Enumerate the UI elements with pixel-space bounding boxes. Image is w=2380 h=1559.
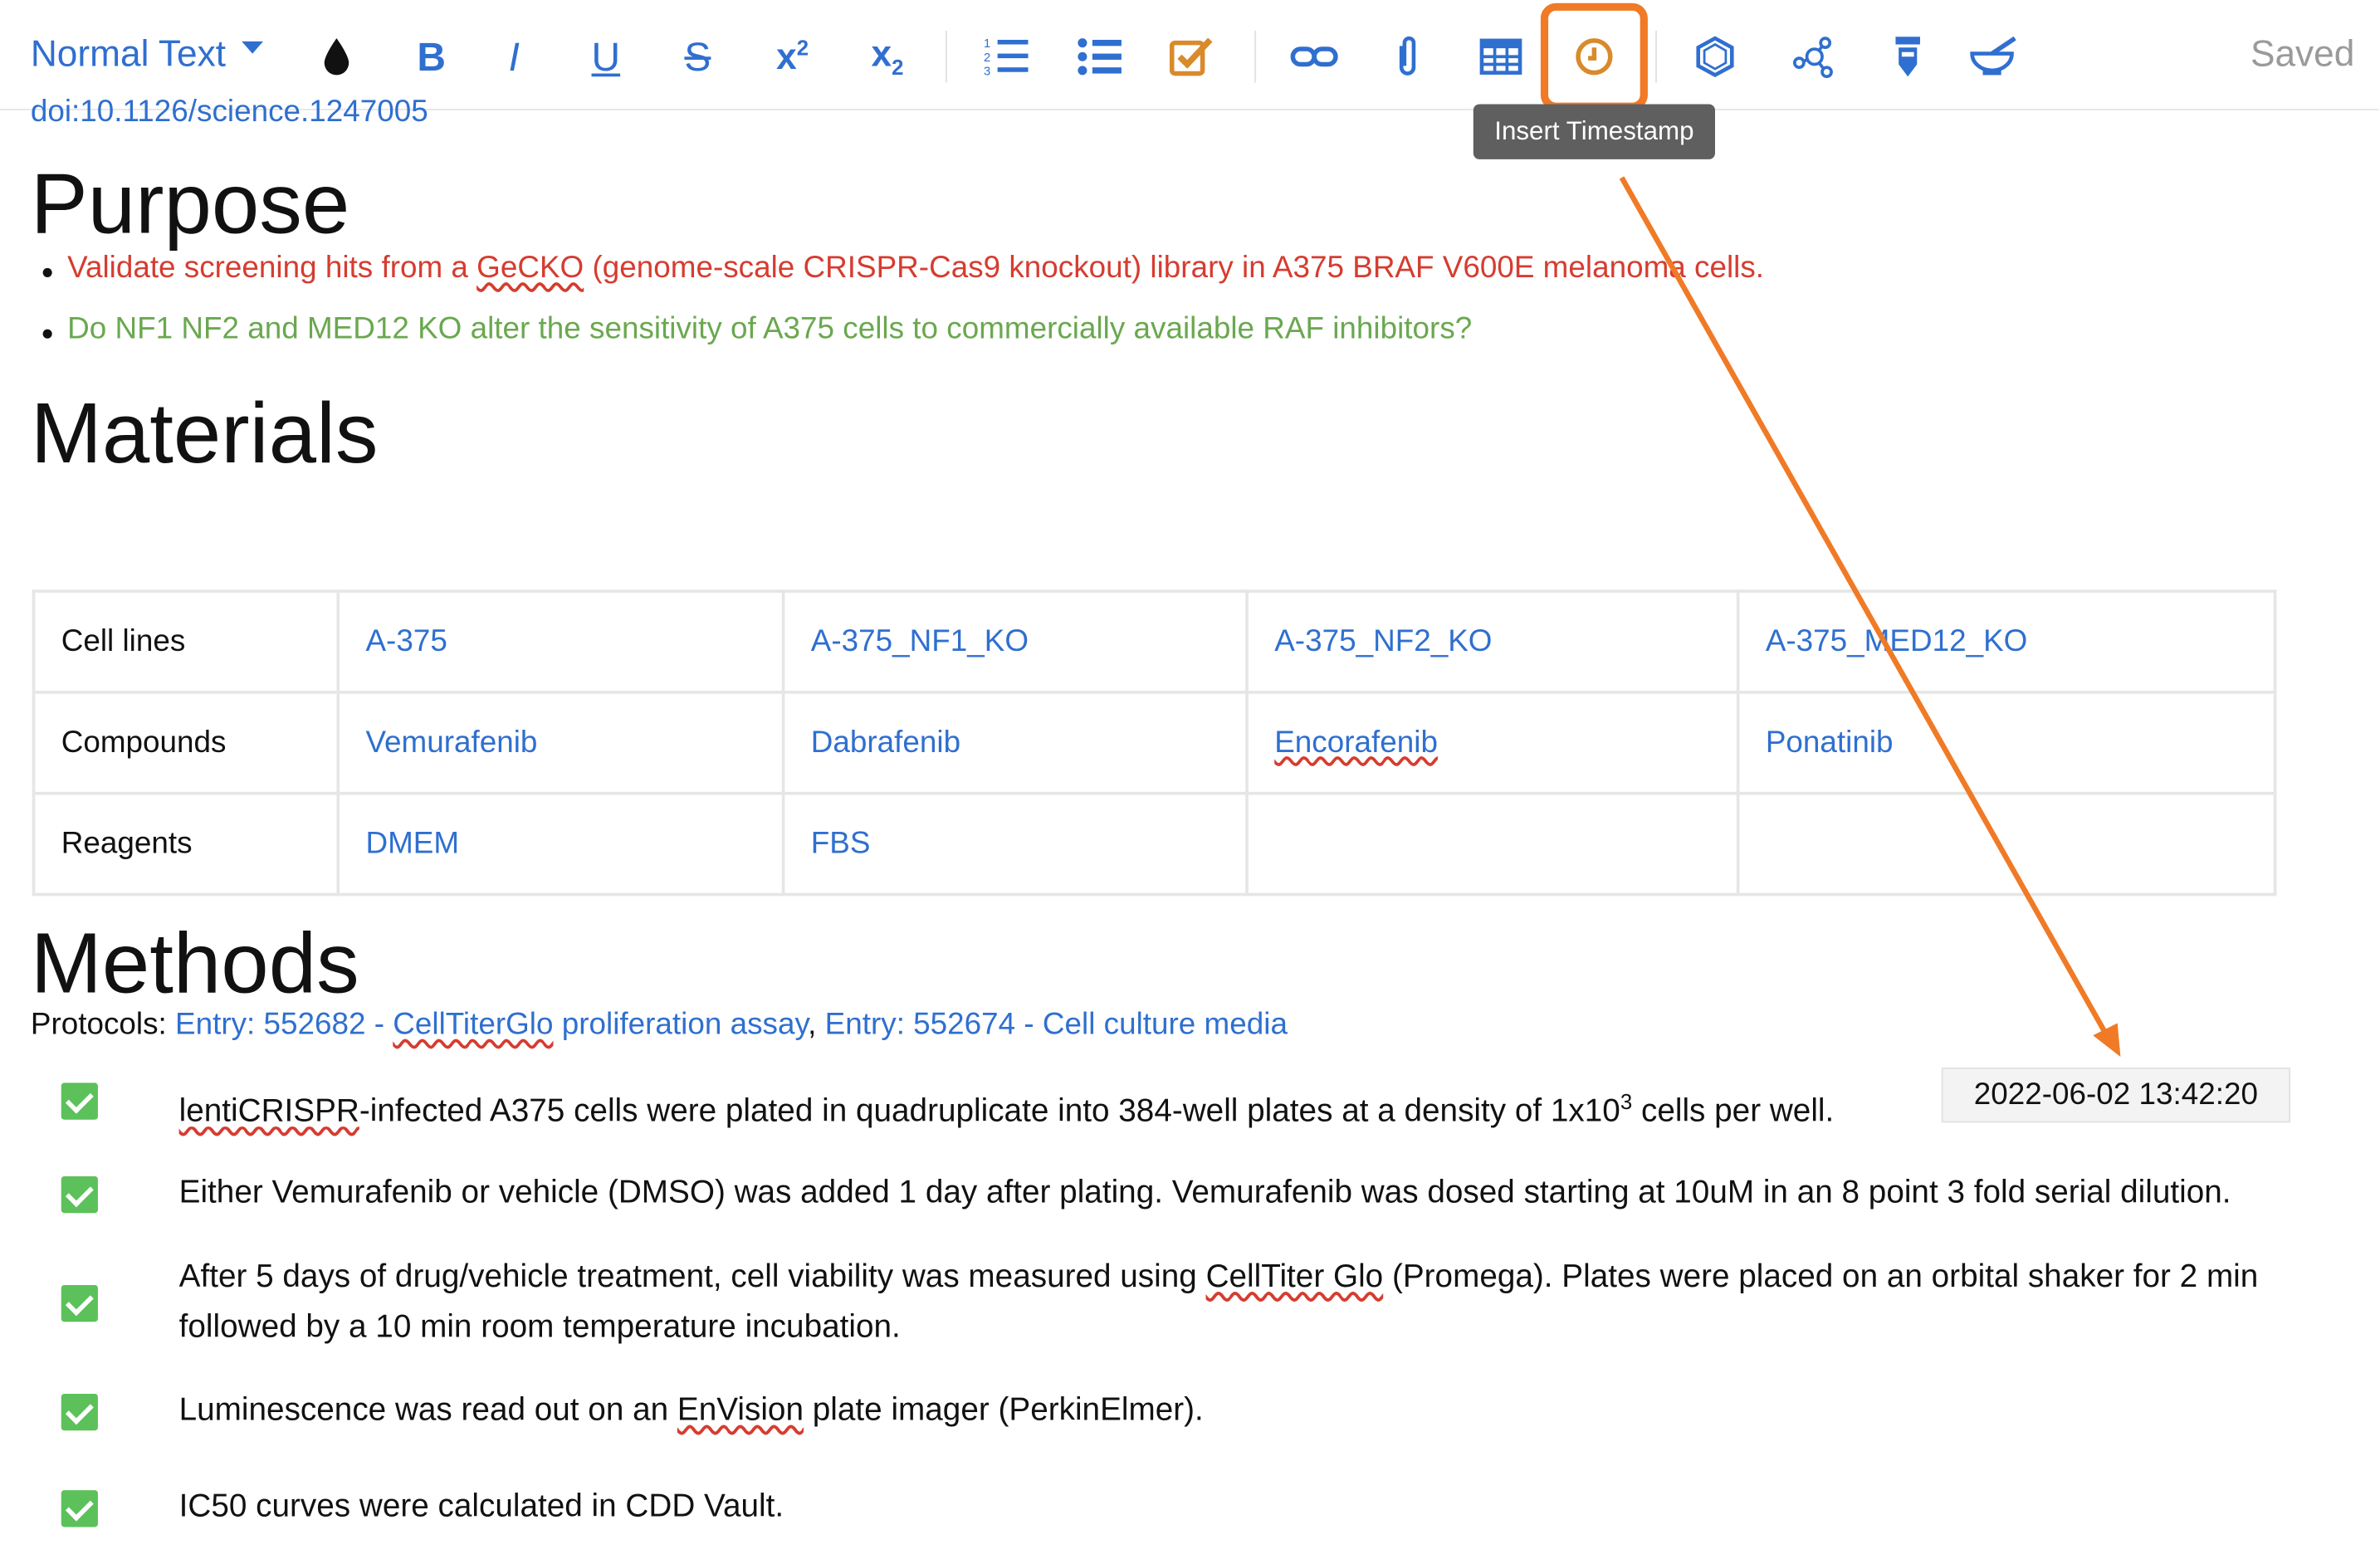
editor-toolbar: Normal Text B I U S x2 x2 123 Saved xyxy=(0,0,2379,110)
materials-table: Cell lines A-375 A-375_NF1_KO A-375_NF2_… xyxy=(32,589,2277,897)
underline-icon: U xyxy=(591,32,621,80)
hexagon-icon xyxy=(1696,36,1734,78)
insert-link-button[interactable] xyxy=(1290,26,1339,87)
attachment-icon xyxy=(1399,36,1416,76)
empty-cell xyxy=(1245,791,1740,897)
bullet-list-icon xyxy=(1078,38,1122,76)
protocol-link[interactable]: Entry: 552682 - CellTiterGlo proliferati… xyxy=(175,1008,808,1042)
doi-link[interactable]: doi:10.1126/science.1247005 xyxy=(31,98,428,125)
svg-text:1: 1 xyxy=(984,37,990,51)
checkbox-icon[interactable] xyxy=(61,1393,98,1431)
link-icon xyxy=(1290,46,1338,67)
attach-file-button[interactable] xyxy=(1392,26,1423,87)
row-header: Cell lines xyxy=(32,589,340,694)
material-link[interactable]: Vemurafenib xyxy=(336,691,785,795)
insert-sample-button[interactable] xyxy=(1891,26,1925,87)
molecule-icon xyxy=(1792,37,1833,79)
method-step: Either Vemurafenib or vehicle (DMSO) was… xyxy=(61,1167,2357,1222)
svg-text:3: 3 xyxy=(984,65,990,78)
row-header: Reagents xyxy=(32,791,340,897)
purpose-heading: Purpose xyxy=(30,154,350,252)
protocols-line: Protocols: Entry: 552682 - CellTiterGlo … xyxy=(30,1008,1288,1042)
table-row: Compounds Vemurafenib Dabrafenib Encoraf… xyxy=(32,691,2277,795)
timestamp-badge: 2022-06-02 13:42:20 xyxy=(1941,1067,2290,1123)
ordered-list-icon: 123 xyxy=(984,37,1029,78)
materials-heading: Materials xyxy=(30,384,379,481)
bullet-list-button[interactable] xyxy=(1077,26,1122,87)
strikethrough-button[interactable]: S xyxy=(679,26,716,87)
superscript-button[interactable]: x2 xyxy=(770,26,815,87)
material-link[interactable]: A-375_NF1_KO xyxy=(781,589,1249,694)
methods-heading: Methods xyxy=(30,914,359,1011)
subscript-button[interactable]: x2 xyxy=(864,26,910,87)
italic-button[interactable]: I xyxy=(499,26,530,87)
timestamp-button-highlight xyxy=(1540,2,1648,110)
toolbar-divider xyxy=(1655,30,1657,83)
ordered-list-button[interactable]: 123 xyxy=(984,26,1029,87)
row-header: Compounds xyxy=(32,691,340,795)
material-link[interactable]: A-375_MED12_KO xyxy=(1736,589,2277,694)
material-link[interactable]: Encorafenib xyxy=(1245,691,1740,795)
insert-molecule-button[interactable] xyxy=(1790,26,1835,87)
bold-button[interactable]: B xyxy=(410,26,453,87)
text-style-label: Normal Text xyxy=(30,33,227,76)
save-status: Saved xyxy=(2250,33,2355,76)
insert-structure-button[interactable] xyxy=(1692,26,1737,87)
insert-table-button[interactable] xyxy=(1478,26,1523,87)
subscript-icon: x2 xyxy=(871,33,904,80)
superscript-icon: x2 xyxy=(776,34,809,78)
checkbox-icon[interactable] xyxy=(61,1490,98,1527)
chevron-down-icon xyxy=(241,41,263,54)
table-row: Cell lines A-375 A-375_NF1_KO A-375_NF2_… xyxy=(32,589,2277,694)
purpose-bullet: Validate screening hits from a GeCKO (ge… xyxy=(42,252,1764,286)
toolbar-divider xyxy=(1254,30,1257,83)
empty-cell xyxy=(1736,791,2277,897)
material-link[interactable]: A-375 xyxy=(336,589,785,694)
method-step: IC50 curves were calculated in CDD Vault… xyxy=(61,1481,2357,1536)
method-step: After 5 days of drug/vehicle treatment, … xyxy=(61,1251,2357,1358)
purpose-bullet: Do NF1 NF2 and MED12 KO alter the sensit… xyxy=(42,312,1473,347)
checkbox-icon xyxy=(1169,37,1213,76)
material-link[interactable]: A-375_NF2_KO xyxy=(1245,589,1740,694)
bold-icon: B xyxy=(417,32,447,80)
table-icon xyxy=(1479,38,1522,75)
text-style-select[interactable]: Normal Text xyxy=(30,33,263,77)
test-tube-icon xyxy=(1895,37,1920,77)
text-color-button[interactable] xyxy=(318,26,354,87)
material-link[interactable]: Dabrafenib xyxy=(781,691,1249,795)
underline-button[interactable]: U xyxy=(588,26,624,87)
insert-protocol-button[interactable] xyxy=(1967,26,2020,87)
table-row: Reagents DMEM FBS xyxy=(32,791,2277,897)
strikethrough-icon: S xyxy=(684,32,711,80)
checkbox-icon[interactable] xyxy=(61,1284,98,1322)
svg-text:2: 2 xyxy=(984,51,990,65)
toolbar-divider xyxy=(945,30,947,83)
protocols-label: Protocols: xyxy=(30,1008,175,1042)
ink-drop-icon xyxy=(324,38,349,76)
material-link[interactable]: Ponatinib xyxy=(1736,691,2277,795)
checkbox-icon[interactable] xyxy=(61,1083,98,1120)
protocol-link[interactable]: Entry: 552674 - Cell culture media xyxy=(825,1008,1288,1042)
material-link[interactable]: DMEM xyxy=(336,791,785,897)
italic-icon: I xyxy=(508,32,520,80)
mortar-icon xyxy=(1970,36,2016,76)
checklist-button[interactable] xyxy=(1169,26,1214,87)
timestamp-tooltip: Insert Timestamp xyxy=(1473,104,1716,159)
method-step: Luminescence was read out on an EnVision… xyxy=(61,1385,2357,1439)
material-link[interactable]: FBS xyxy=(781,791,1249,897)
checkbox-icon[interactable] xyxy=(61,1175,98,1214)
